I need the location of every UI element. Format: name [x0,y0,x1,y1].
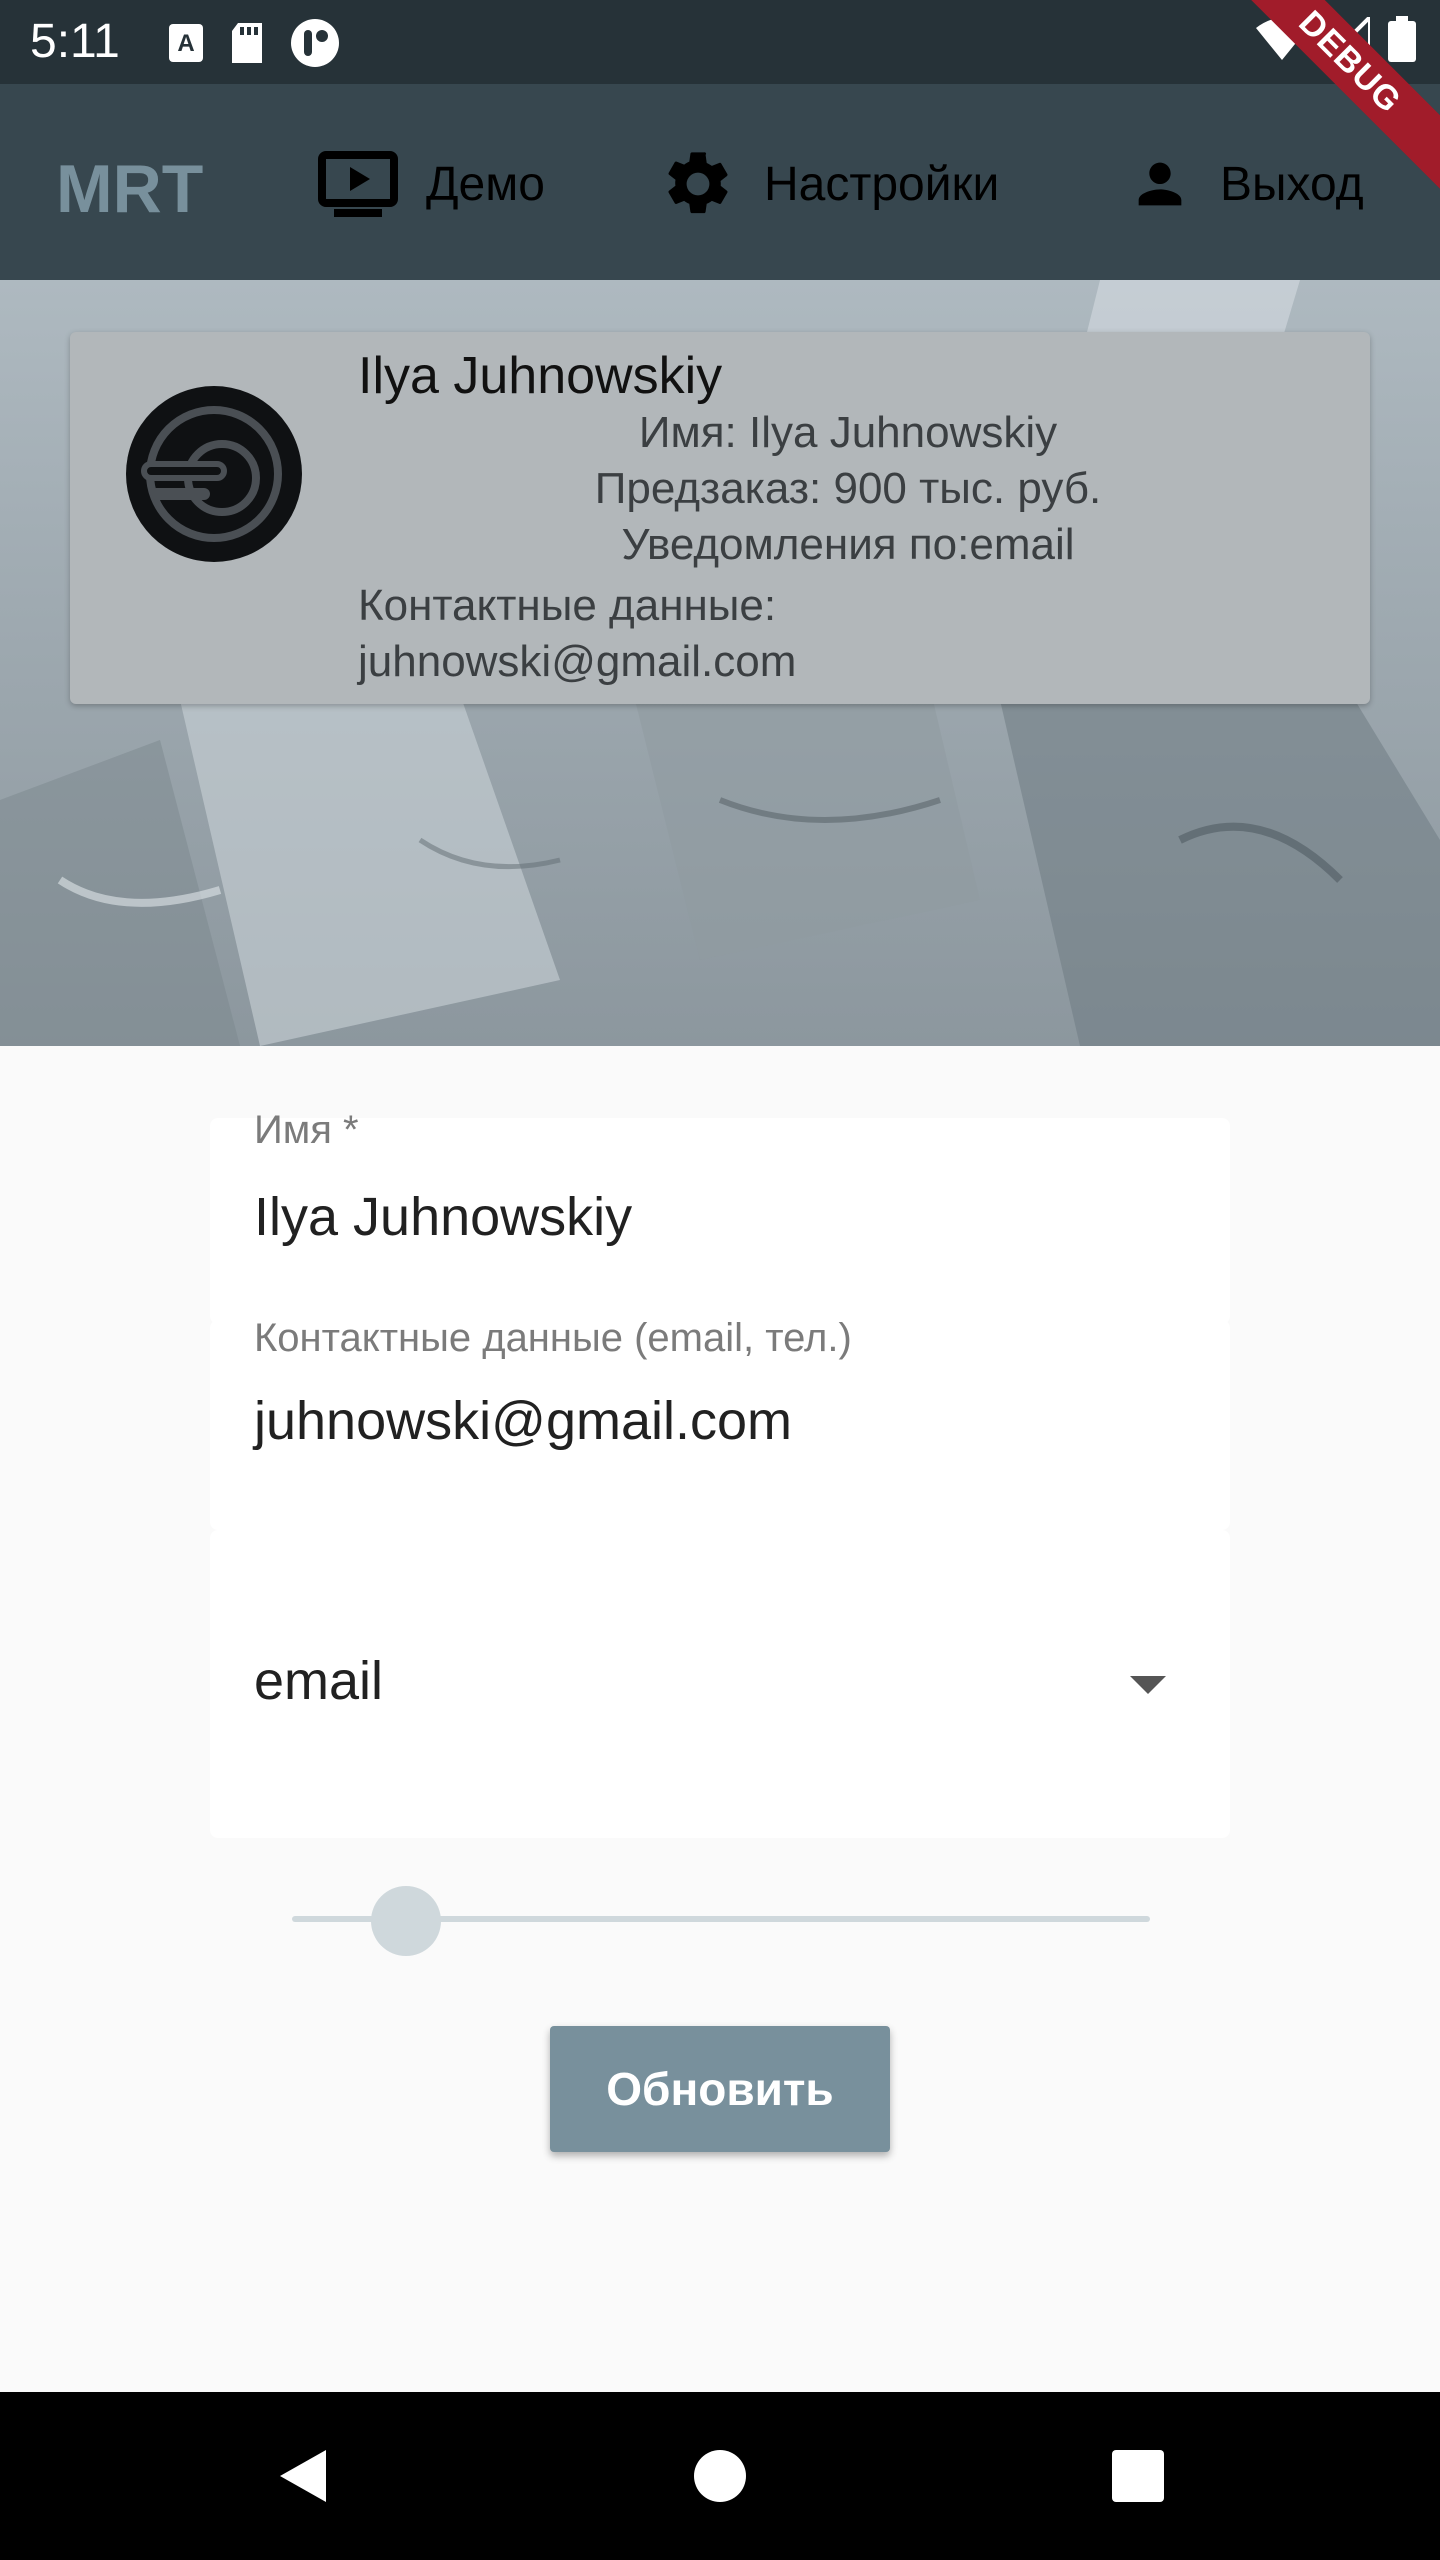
person-icon [1138,162,1182,206]
avatar-logo-icon [141,406,282,542]
back-icon[interactable] [272,2446,332,2506]
contacts-field-label: Контактные данные (email, тел.) [254,1316,852,1360]
profile-name-line: Имя: Ilya Juhnowskiy [638,408,1058,457]
profile-contacts: Контактные данные: juhnowski@gmail.com [358,578,958,690]
notification-select-value: email [254,1651,384,1711]
update-button[interactable]: Обновить [550,2026,890,2152]
profile-name: Ilya Juhnowskiy [358,347,723,405]
keyboard-notification-icon: A [169,24,203,62]
profile-notifications-line: Уведомления по:email [621,520,1075,569]
system-nav-bar [0,2392,1440,2560]
svg-text:A: A [177,30,194,57]
profile-card: Ilya Juhnowskiy Имя: Ilya Juhnowskiy Пре… [70,332,1370,704]
notification-select[interactable]: email [210,1530,1230,1838]
nav-settings-button[interactable]: Настройки [660,144,999,224]
app-bar: MRT Демо Настройки Выход [0,84,1440,280]
app-title: MRT [56,151,204,227]
nav-demo-button[interactable]: Демо [318,144,545,224]
nav-logout-label: Выход [1220,157,1364,211]
sd-card-icon [232,23,262,63]
name-field[interactable]: Имя * Ilya Juhnowskiy [210,1108,1230,1324]
status-bar: 5:11 A [0,0,1440,84]
recents-icon[interactable] [1108,2446,1168,2506]
profile-contacts-value: juhnowski@gmail.com [358,637,797,686]
dropdown-arrow-icon[interactable] [1130,1676,1166,1694]
name-field-label: Имя * [254,1108,359,1152]
nav-logout-button[interactable]: Выход [1128,144,1364,224]
nav-settings-label: Настройки [764,157,1000,211]
profile-preorder-line: Предзаказ: 900 тыс. руб. [594,464,1102,513]
slider-thumb[interactable] [370,1886,441,1956]
name-field-value[interactable]: Ilya Juhnowskiy [254,1186,632,1248]
gear-icon [668,152,728,214]
contacts-field-value[interactable]: juhnowski@gmail.com [254,1390,792,1452]
avatar [126,386,302,562]
preorder-slider[interactable] [292,1880,1150,1960]
status-icons-left: A [168,18,340,68]
app-notification-icon [291,19,339,67]
battery-icon [1388,16,1416,62]
home-icon[interactable] [690,2446,750,2506]
status-time: 5:11 [30,15,120,68]
contacts-field[interactable]: Контактные данные (email, тел.) juhnowsk… [210,1316,1230,1530]
tv-play-icon [318,151,398,217]
nav-demo-label: Демо [426,157,545,211]
profile-contacts-label: Контактные данные: [358,581,777,630]
